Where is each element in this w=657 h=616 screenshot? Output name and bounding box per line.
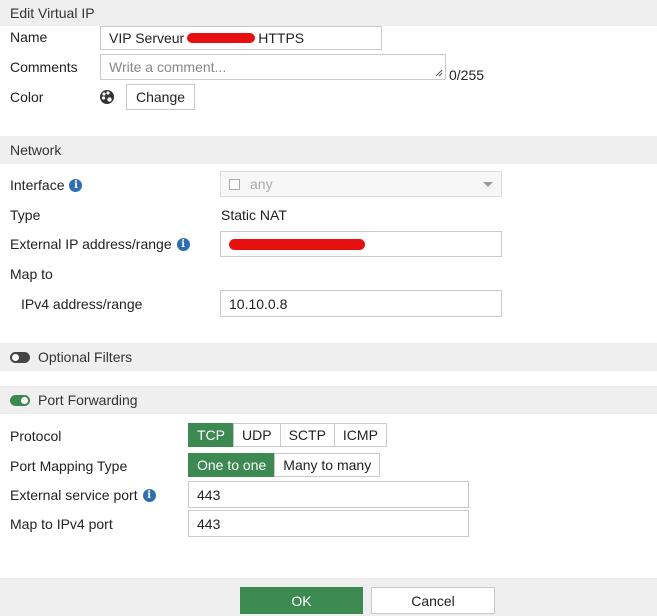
- color-palette-icon: [100, 90, 114, 104]
- network-section-title: Network: [10, 142, 62, 158]
- optional-filters-toggle[interactable]: [10, 351, 30, 363]
- optional-filters-header[interactable]: Optional Filters: [0, 343, 657, 371]
- ok-button[interactable]: OK: [240, 587, 363, 614]
- external-ip-label-text: External IP address/range: [10, 236, 172, 252]
- type-value: Static NAT: [221, 207, 287, 223]
- protocol-selector: TCP UDP SCTP ICMP: [188, 423, 387, 447]
- port-forwarding-header[interactable]: Port Forwarding: [0, 386, 657, 414]
- chevron-down-icon: [483, 182, 493, 187]
- external-ip-redaction-mark: [229, 238, 365, 250]
- optional-filters-label: Optional Filters: [38, 349, 133, 365]
- protocol-label: Protocol: [10, 428, 62, 444]
- change-color-label: Change: [135, 89, 186, 105]
- name-redaction-mark: [187, 33, 256, 43]
- interface-select[interactable]: any: [220, 171, 502, 197]
- external-service-port-field[interactable]: 443: [188, 481, 469, 508]
- ipv4-range-label: IPv4 address/range: [21, 296, 143, 312]
- external-service-port-label-text: External service port: [10, 487, 138, 503]
- name-value-suffix: HTTPS: [258, 30, 305, 46]
- port-forwarding-toggle[interactable]: [10, 394, 30, 406]
- change-color-button[interactable]: Change: [126, 84, 195, 110]
- port-forwarding-label: Port Forwarding: [38, 392, 138, 408]
- external-service-port-value: 443: [197, 486, 221, 503]
- dialog-title-bar: Edit Virtual IP: [0, 0, 657, 26]
- info-icon[interactable]: i: [176, 237, 190, 251]
- info-icon[interactable]: i: [69, 178, 83, 192]
- comments-placeholder: Write a comment...: [109, 59, 227, 75]
- interface-value: any: [250, 176, 273, 192]
- protocol-icmp-button[interactable]: ICMP: [333, 423, 387, 447]
- external-service-port-label: External service port i: [10, 486, 156, 504]
- comments-textarea[interactable]: Write a comment...: [100, 54, 446, 80]
- dialog-title: Edit Virtual IP: [10, 5, 95, 21]
- comments-label: Comments: [10, 59, 78, 75]
- external-ip-field[interactable]: [220, 231, 502, 257]
- port-mapping-type-label: Port Mapping Type: [10, 458, 128, 474]
- info-icon[interactable]: i: [142, 488, 156, 502]
- many-to-many-button[interactable]: Many to many: [274, 453, 381, 477]
- port-mapping-selector: One to one Many to many: [188, 453, 381, 477]
- name-label: Name: [10, 29, 48, 45]
- color-label: Color: [10, 89, 44, 105]
- ipv4-range-value: 10.10.0.8: [229, 295, 288, 312]
- network-section-header: Network: [0, 136, 657, 164]
- name-value-prefix: VIP Serveur: [109, 30, 185, 46]
- checkbox-icon: [229, 178, 240, 190]
- comments-counter: 0/255: [449, 67, 485, 83]
- protocol-tcp-button[interactable]: TCP: [188, 423, 234, 447]
- interface-label-text: Interface: [10, 177, 65, 193]
- resize-handle-icon[interactable]: [435, 69, 443, 77]
- one-to-one-button[interactable]: One to one: [188, 453, 276, 477]
- map-ipv4-port-field[interactable]: 443: [188, 510, 469, 537]
- protocol-udp-button[interactable]: UDP: [233, 423, 281, 447]
- cancel-button[interactable]: Cancel: [371, 587, 495, 614]
- name-field[interactable]: VIP Serveur HTTPS: [100, 26, 382, 50]
- external-ip-label: External IP address/range i: [10, 235, 190, 253]
- interface-label: Interface i: [10, 176, 83, 194]
- type-label: Type: [10, 207, 41, 223]
- protocol-sctp-button[interactable]: SCTP: [279, 423, 335, 447]
- map-ipv4-port-label: Map to IPv4 port: [10, 516, 113, 532]
- ipv4-range-field[interactable]: 10.10.0.8: [220, 290, 502, 317]
- map-to-label: Map to: [10, 266, 53, 282]
- map-ipv4-port-value: 443: [197, 515, 221, 532]
